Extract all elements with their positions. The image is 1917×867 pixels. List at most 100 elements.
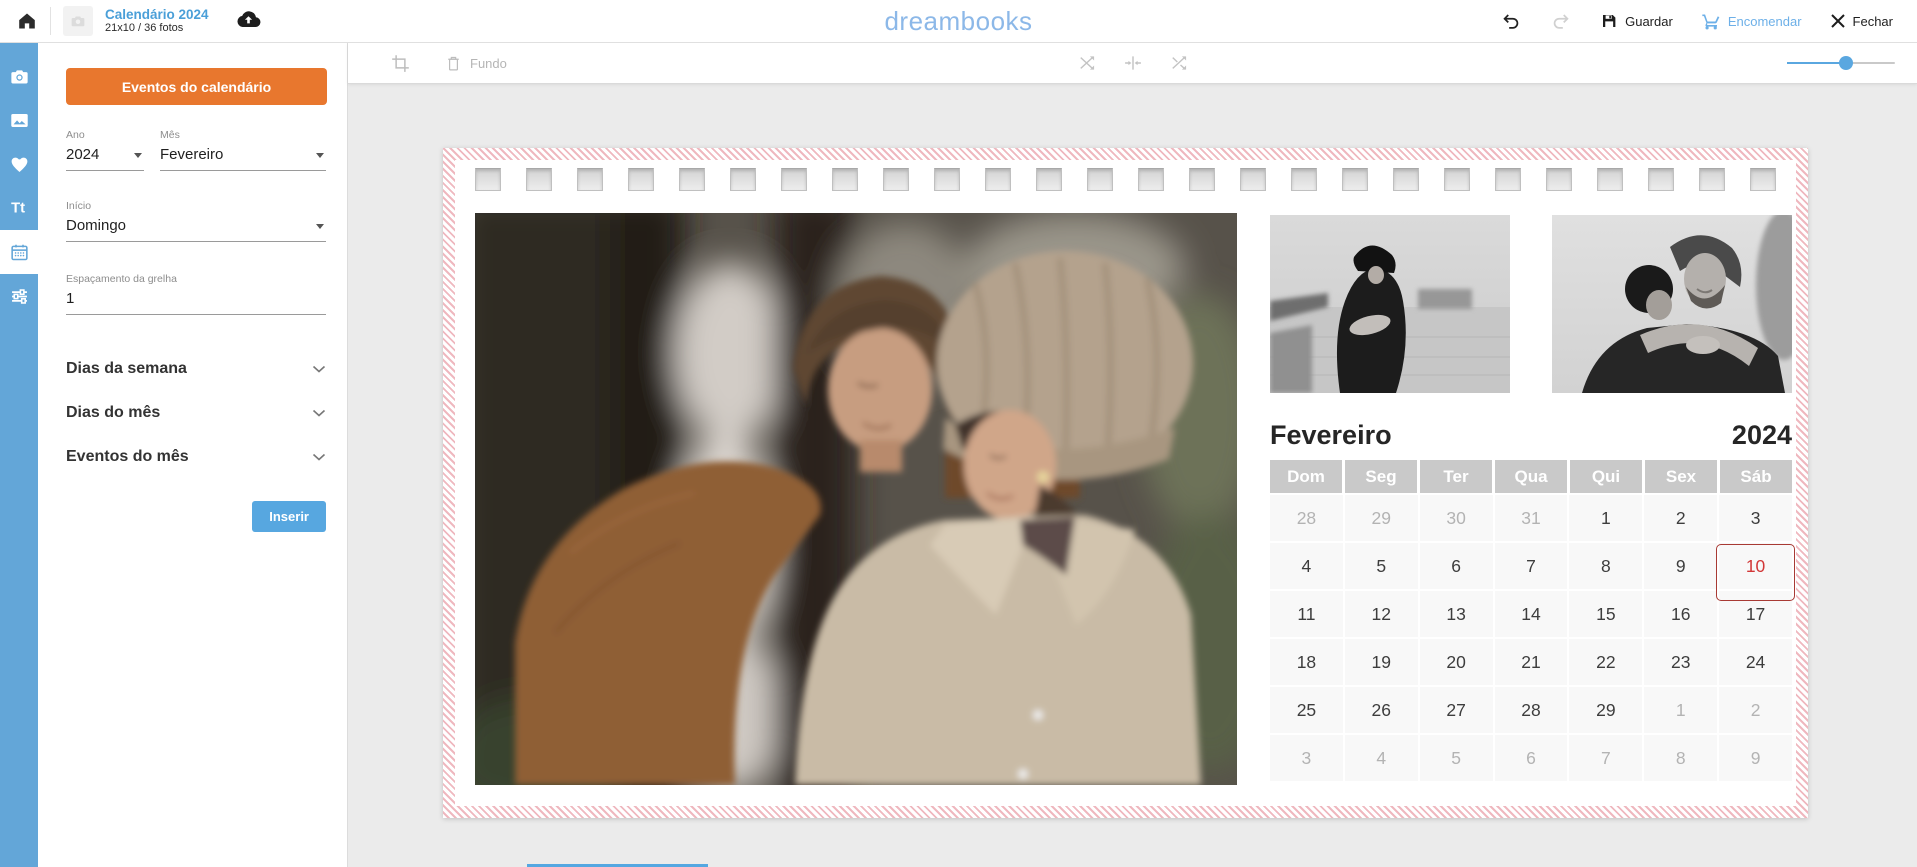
calendar-day-cell[interactable]: 26 [1345, 687, 1418, 733]
calendar-day-cell[interactable]: 1 [1644, 687, 1717, 733]
distribute-horizontal-button[interactable] [1123, 53, 1143, 73]
calendar-day-cell[interactable]: 7 [1569, 735, 1642, 781]
order-button[interactable]: Encomendar [1701, 11, 1802, 31]
calendar-day-cell[interactable]: 24 [1719, 639, 1792, 685]
delete-background-button[interactable]: Fundo [445, 54, 507, 73]
main-photo[interactable] [475, 213, 1237, 785]
calendar-day-cell[interactable]: 20 [1420, 639, 1493, 685]
calendar-block[interactable]: Fevereiro 2024 DomSegTerQuaQuiSexSáb 282… [1270, 420, 1792, 781]
binding-hole [1546, 168, 1572, 191]
calendar-day-cell[interactable]: 2 [1719, 687, 1792, 733]
section-monthevents[interactable]: Eventos do mês [66, 435, 326, 479]
canvas-toolbar: Fundo [348, 43, 1917, 84]
calendar-day-cell[interactable]: 29 [1345, 495, 1418, 541]
calendar-day-cell[interactable]: 22 [1569, 639, 1642, 685]
binding-hole [1597, 168, 1623, 191]
save-icon [1600, 12, 1618, 30]
grid-spacing-input[interactable]: Espaçamento da grelha 1 [66, 271, 326, 315]
binding-hole [1495, 168, 1521, 191]
project-thumbnail[interactable] [63, 6, 93, 36]
save-button[interactable]: Guardar [1600, 12, 1673, 30]
cloud-sync-button[interactable] [235, 8, 261, 35]
redo-button[interactable] [1550, 10, 1572, 32]
calendar-day-cell[interactable]: 4 [1345, 735, 1418, 781]
day-header: Sex [1645, 460, 1717, 493]
calendar-day-cell[interactable]: 16 [1644, 591, 1717, 637]
calendar-day-cell[interactable]: 8 [1569, 543, 1642, 589]
calendar-day-cell[interactable]: 11 [1270, 591, 1343, 637]
calendar-day-cell[interactable]: 17 [1719, 591, 1792, 637]
close-label: Fechar [1853, 14, 1893, 29]
calendar-day-cell[interactable]: 5 [1345, 543, 1418, 589]
section-monthdays[interactable]: Dias do mês [66, 391, 326, 435]
calendar-day-cell[interactable]: 5 [1420, 735, 1493, 781]
rail-item-favorites[interactable] [0, 142, 38, 186]
binding-hole [1342, 168, 1368, 191]
rail-item-text[interactable]: Tt [0, 186, 38, 230]
binding-hole [934, 168, 960, 191]
month-label: Mês [160, 129, 326, 141]
calendar-day-cell[interactable]: 8 [1644, 735, 1717, 781]
calendar-day-cell[interactable]: 15 [1569, 591, 1642, 637]
zoom-slider-track[interactable] [1787, 62, 1895, 64]
week-start-select[interactable]: Início Domingo [66, 198, 326, 242]
rail-item-settings[interactable] [0, 274, 38, 318]
rail-item-images[interactable] [0, 98, 38, 142]
calendar-day-cell[interactable]: 29 [1569, 687, 1642, 733]
calendar-day-cell-selected[interactable]: 10 [1719, 543, 1792, 589]
beach-photo-illustration [1270, 215, 1510, 393]
calendar-day-cell[interactable]: 14 [1495, 591, 1568, 637]
calendar-day-cell[interactable]: 12 [1345, 591, 1418, 637]
small-photo-1[interactable] [1270, 215, 1510, 393]
calendar-day-cell[interactable]: 28 [1495, 687, 1568, 733]
calendar-day-cell[interactable]: 7 [1495, 543, 1568, 589]
section-weekdays[interactable]: Dias da semana [66, 347, 326, 391]
year-select[interactable]: Ano 2024 [66, 127, 144, 171]
calendar-day-cell[interactable]: 27 [1420, 687, 1493, 733]
cloud-upload-icon [235, 8, 261, 30]
month-select[interactable]: Mês Fevereiro [160, 127, 326, 171]
insert-button[interactable]: Inserir [252, 501, 326, 532]
calendar-grid: 2829303112345678910111213141516171819202… [1270, 495, 1792, 781]
calendar-day-cell[interactable]: 31 [1495, 495, 1568, 541]
binding-hole [1189, 168, 1215, 191]
calendar-day-cell[interactable]: 6 [1420, 543, 1493, 589]
calendar-day-cell[interactable]: 9 [1644, 543, 1717, 589]
calendar-day-cell[interactable]: 4 [1270, 543, 1343, 589]
project-subtitle: 21x10 / 36 fotos [105, 22, 209, 35]
undo-button[interactable] [1500, 10, 1522, 32]
calendar-day-cell[interactable]: 28 [1270, 495, 1343, 541]
calendar-day-cell[interactable]: 13 [1420, 591, 1493, 637]
couple-photo-illustration [475, 213, 1237, 785]
calendar-day-cell[interactable]: 30 [1420, 495, 1493, 541]
zoom-slider[interactable] [1787, 54, 1895, 72]
calendar-day-cell[interactable]: 2 [1644, 495, 1717, 541]
design-canvas[interactable]: Fevereiro 2024 DomSegTerQuaQuiSexSáb 282… [348, 84, 1917, 867]
calendar-day-cell[interactable]: 1 [1569, 495, 1642, 541]
calendar-day-cell[interactable]: 18 [1270, 639, 1343, 685]
shuffle-alt-icon [1169, 53, 1189, 73]
calendar-day-cell[interactable]: 25 [1270, 687, 1343, 733]
home-button[interactable] [16, 10, 38, 32]
rail-item-calendar[interactable] [0, 230, 38, 274]
zoom-slider-thumb[interactable] [1839, 56, 1853, 70]
calendar-day-cell[interactable]: 21 [1495, 639, 1568, 685]
small-photo-2[interactable] [1552, 215, 1792, 393]
calendar-events-button[interactable]: Eventos do calendário [66, 68, 327, 105]
text-icon: Tt [8, 197, 30, 219]
rail-item-photos[interactable] [0, 54, 38, 98]
calendar-day-cell[interactable]: 3 [1719, 495, 1792, 541]
shuffle-layout-button[interactable] [1077, 53, 1097, 73]
binding-hole [1240, 168, 1266, 191]
calendar-day-cell[interactable]: 6 [1495, 735, 1568, 781]
binding-hole [679, 168, 705, 191]
crop-button[interactable] [390, 53, 411, 74]
calendar-day-cell[interactable]: 23 [1644, 639, 1717, 685]
calendar-page[interactable]: Fevereiro 2024 DomSegTerQuaQuiSexSáb 282… [443, 148, 1808, 818]
calendar-day-cell[interactable]: 19 [1345, 639, 1418, 685]
home-icon [16, 10, 38, 32]
shuffle-photos-button[interactable] [1169, 53, 1189, 73]
calendar-day-cell[interactable]: 9 [1719, 735, 1792, 781]
close-button[interactable]: Fechar [1830, 13, 1893, 29]
calendar-day-cell[interactable]: 3 [1270, 735, 1343, 781]
